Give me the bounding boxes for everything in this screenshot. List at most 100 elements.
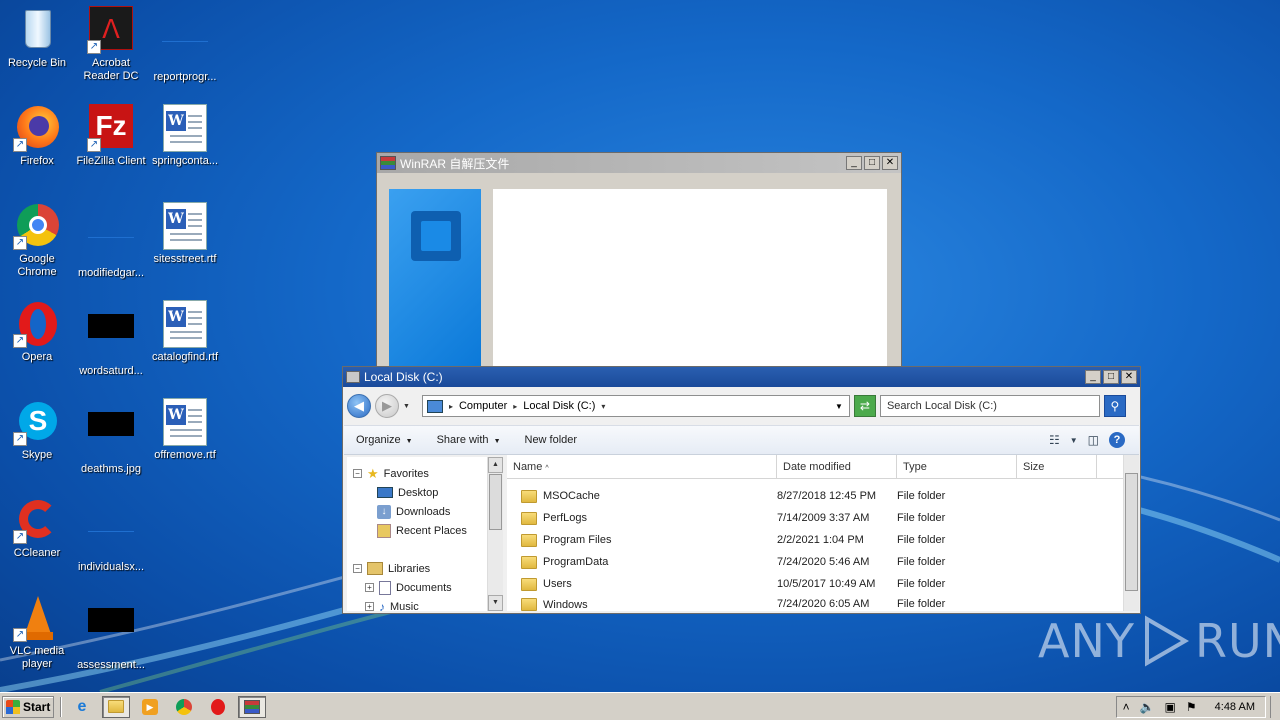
minimize-button[interactable]: _ (846, 156, 862, 170)
collapse-toggle-icon[interactable]: − (353, 564, 362, 573)
show-hidden-icons-icon[interactable]: ˄ (1123, 700, 1130, 714)
documents-icon (379, 580, 391, 595)
desktop-icon-label: CCleaner (13, 547, 61, 559)
table-row[interactable]: Program Files 2/2/2021 1:04 PM File fold… (507, 529, 1123, 551)
taskbar-opera-button[interactable] (204, 696, 232, 718)
desktop-icon-firefox[interactable]: ↗ Firefox (0, 104, 74, 168)
column-header-type[interactable]: Type (897, 455, 1017, 479)
scroll-thumb[interactable] (1125, 473, 1138, 591)
nav-pane-scrollbar[interactable]: ▲ ▼ (487, 457, 503, 611)
explorer-titlebar[interactable]: Local Disk (C:) _ □ ✕ (343, 367, 1140, 387)
desktop-icon-catalogfind[interactable]: W catalogfind.rtf (148, 300, 222, 364)
nav-item-documents[interactable]: + Documents (365, 579, 452, 596)
nav-item-recent-places[interactable]: Recent Places (377, 522, 467, 539)
desktop-icon-assessment[interactable]: assessment... (74, 594, 148, 672)
chevron-right-icon[interactable]: ▸ (449, 402, 453, 411)
collapse-toggle-icon[interactable]: − (353, 469, 362, 478)
taskbar-chrome-button[interactable] (170, 696, 198, 718)
desktop-icon-label: offremove.rtf (154, 449, 216, 461)
desktop-icon-chrome[interactable]: ↗ Google Chrome (0, 202, 74, 279)
volume-icon[interactable]: 🔈 (1140, 700, 1155, 714)
desktop-icon-wordsaturd[interactable]: wordsaturd... (74, 300, 148, 378)
scroll-up-icon[interactable]: ▲ (488, 457, 503, 473)
view-options-icon[interactable]: ☷ (1049, 433, 1060, 447)
desktop-icon-filezilla[interactable]: Fz ↗ FileZilla Client (74, 104, 148, 168)
desktop-icon-vlc[interactable]: ↗ VLC media player (0, 594, 74, 671)
column-label: Size (1023, 461, 1045, 473)
clock[interactable]: 4:48 AM (1215, 701, 1255, 713)
forward-button[interactable]: ▶ (375, 394, 399, 418)
scroll-down-icon[interactable]: ▼ (488, 595, 503, 611)
word-document-icon: W (163, 202, 207, 250)
scroll-thumb[interactable] (489, 474, 502, 530)
maximize-button[interactable]: □ (1103, 370, 1119, 384)
search-input[interactable]: Search Local Disk (C:) (879, 395, 1100, 417)
help-icon[interactable]: ? (1109, 432, 1125, 448)
preview-pane-icon[interactable]: ◫ (1088, 433, 1099, 447)
close-button[interactable]: ✕ (882, 156, 898, 170)
breadcrumb-computer[interactable]: Computer (459, 400, 507, 412)
computer-icon (426, 399, 443, 413)
table-row[interactable]: PerfLogs 7/14/2009 3:37 AM File folder (507, 507, 1123, 529)
start-button[interactable]: Start (2, 695, 54, 718)
expand-toggle-icon[interactable]: + (365, 583, 374, 592)
recent-pages-chevron-icon[interactable]: ▼ (403, 403, 410, 410)
desktop-icon-sitesstreet[interactable]: W sitesstreet.rtf (148, 202, 222, 266)
action-center-flag-icon[interactable]: ⚑ (1186, 700, 1197, 714)
back-button[interactable]: ◀ (347, 394, 371, 418)
chevron-down-icon[interactable]: ▾ (601, 402, 605, 411)
new-folder-button[interactable]: New folder (513, 434, 590, 446)
table-row[interactable]: ProgramData 7/24/2020 5:46 AM File folde… (507, 551, 1123, 573)
show-desktop-button[interactable] (1270, 695, 1280, 718)
column-header-date[interactable]: Date modified (777, 455, 897, 479)
winrar-titlebar[interactable]: WinRAR 自解压文件 _ □ ✕ (377, 153, 901, 173)
refresh-button[interactable]: ⇄ (853, 395, 876, 417)
desktop-icon-ccleaner[interactable]: ↗ CCleaner (0, 496, 74, 560)
desktop-icon-skype[interactable]: S ↗ Skype (0, 398, 74, 462)
desktop-icon-modifiedgar[interactable]: modifiedgar... (74, 202, 148, 280)
desktop-icon-reportprogr[interactable]: reportprogr... (148, 6, 222, 84)
expand-toggle-icon[interactable]: + (365, 602, 374, 611)
table-row[interactable]: MSOCache 8/27/2018 12:45 PM File folder (507, 485, 1123, 507)
column-header-size[interactable]: Size (1017, 455, 1097, 479)
taskbar-ie-button[interactable]: e (68, 696, 96, 718)
explorer-window[interactable]: Local Disk (C:) _ □ ✕ ◀ ▶ ▼ ▸ Computer ▸… (342, 366, 1141, 614)
column-header-name[interactable]: Name ^ (507, 455, 777, 479)
search-icon[interactable]: ⚲ (1103, 395, 1126, 417)
nav-item-downloads[interactable]: ↓ Downloads (377, 503, 450, 520)
minimize-button[interactable]: _ (1085, 370, 1101, 384)
taskbar-explorer-button[interactable] (102, 695, 130, 718)
chevron-down-icon[interactable]: ▼ (1070, 436, 1078, 445)
close-button[interactable]: ✕ (1121, 370, 1137, 384)
desktop-icon-label: reportprogr... (153, 71, 217, 83)
table-row[interactable]: Users 10/5/2017 10:49 AM File folder (507, 573, 1123, 595)
desktop-icon-recycle-bin[interactable]: Recycle Bin (0, 6, 74, 70)
desktop-icon-opera[interactable]: ↗ Opera (0, 300, 74, 364)
media-player-icon: ▶ (142, 698, 158, 715)
breadcrumb-local-disk[interactable]: Local Disk (C:) (523, 400, 595, 412)
search-placeholder: Search Local Disk (C:) (886, 400, 997, 412)
network-icon[interactable]: ▣ (1165, 700, 1176, 714)
nav-item-favorites[interactable]: − ★ Favorites (353, 465, 429, 482)
desktop-icon-springconta[interactable]: W springconta... (148, 104, 222, 168)
winrar-sfx-window[interactable]: WinRAR 自解压文件 _ □ ✕ (376, 152, 902, 376)
desktop-icon-deathms[interactable]: deathms.jpg (74, 398, 148, 476)
taskbar-winrar-button[interactable] (238, 695, 266, 718)
organize-button[interactable]: Organize ▼ (344, 434, 425, 446)
address-dropdown-icon[interactable]: ▼ (835, 402, 843, 411)
nav-item-music[interactable]: + ♪ Music (365, 598, 419, 615)
nav-item-libraries[interactable]: − Libraries (353, 560, 430, 577)
address-box[interactable]: ▸ Computer ▸ Local Disk (C:) ▾ ▼ (421, 395, 850, 417)
shortcut-arrow-icon: ↗ (13, 530, 27, 544)
chevron-right-icon[interactable]: ▸ (513, 402, 517, 411)
desktop-icon-acrobat[interactable]: ᐱ ↗ Acrobat Reader DC (74, 6, 148, 83)
desktop-icon-offremove[interactable]: W offremove.rtf (148, 398, 222, 462)
file-list-scrollbar[interactable] (1123, 455, 1139, 611)
desktop-icon-individualsx[interactable]: individualsx... (74, 496, 148, 574)
share-with-button[interactable]: Share with ▼ (425, 434, 513, 446)
nav-item-desktop[interactable]: Desktop (377, 484, 438, 501)
column-label: Type (903, 461, 927, 473)
maximize-button[interactable]: □ (864, 156, 880, 170)
table-row[interactable]: Windows 7/24/2020 6:05 AM File folder (507, 595, 1123, 611)
taskbar-media-player-button[interactable]: ▶ (136, 696, 164, 718)
